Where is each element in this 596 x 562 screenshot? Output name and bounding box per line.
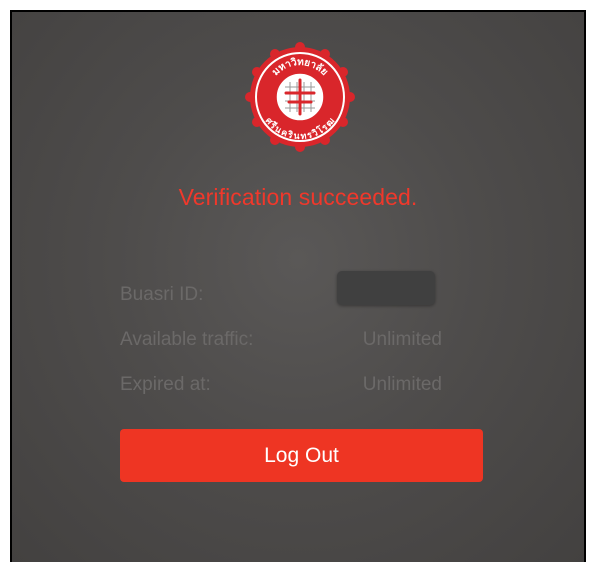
verification-screen: มหาวิทยาลัย ศรีนครินทรวิโรฒ Verification… (10, 10, 586, 562)
log-out-button[interactable]: Log Out (120, 429, 483, 482)
buasri-id-row: Buasri ID: (120, 284, 442, 310)
university-seal-logo: มหาวิทยาลัย ศรีนครินทรวิโรฒ (245, 42, 355, 152)
available-traffic-label: Available traffic: (120, 329, 254, 350)
verification-status-message: Verification succeeded. (178, 184, 418, 210)
expired-at-label: Expired at: (120, 374, 211, 395)
available-traffic-row: Available traffic: Unlimited (120, 329, 442, 355)
available-traffic-value: Unlimited (362, 329, 442, 350)
expired-at-value: Unlimited (362, 374, 442, 395)
buasri-id-label: Buasri ID: (120, 284, 204, 305)
expired-at-row: Expired at: Unlimited (120, 374, 442, 400)
